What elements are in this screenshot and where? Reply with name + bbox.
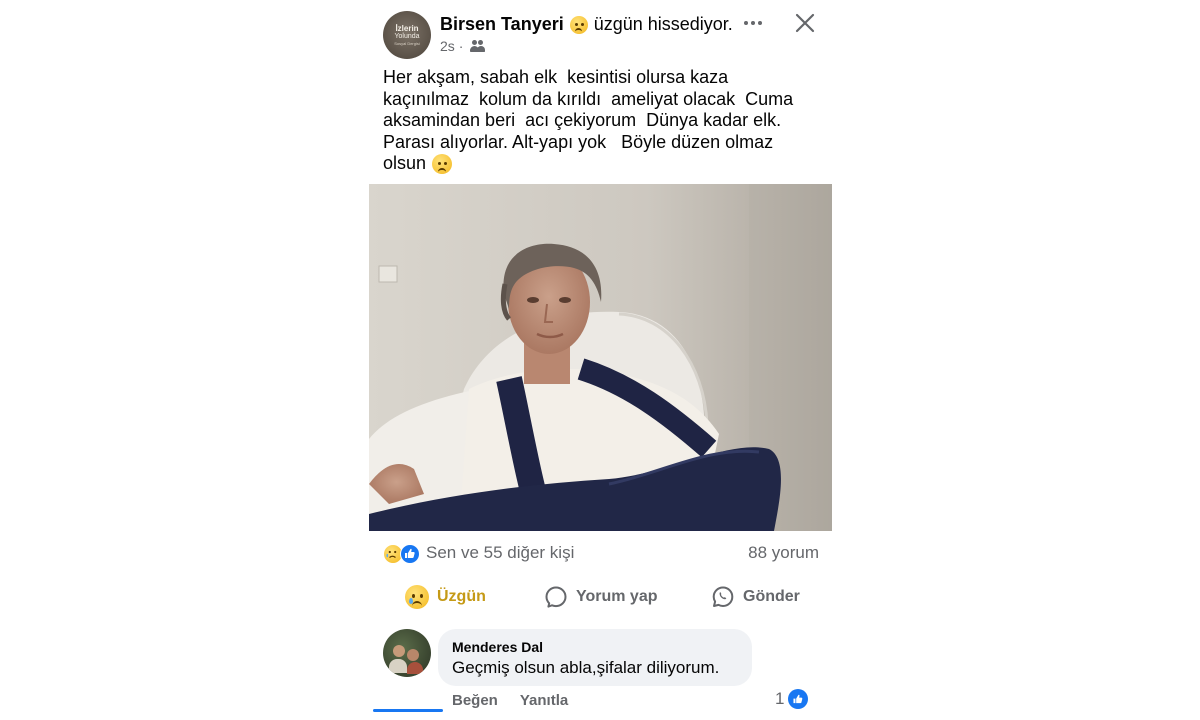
post-action-bar: Üzgün Yorum yap Gönder: [369, 580, 832, 614]
send-button-label: Gönder: [743, 588, 800, 605]
comment-bubble[interactable]: Menderes Dal Geçmiş olsun abla,şifalar d…: [438, 629, 752, 686]
comment-text: Geçmiş olsun abla,şifalar diliyorum.: [452, 658, 720, 677]
comment-button[interactable]: Yorum yap: [544, 580, 658, 614]
reaction-summary-text[interactable]: Sen ve 55 diğer kişi: [426, 543, 574, 563]
more-options-button[interactable]: [740, 13, 766, 33]
post-text-line-last: olsun: [383, 153, 813, 175]
woman-in-arm-sling-photo: [369, 184, 832, 531]
friends-icon: [470, 40, 486, 52]
comment-icon: [545, 586, 567, 608]
close-button[interactable]: [793, 11, 817, 35]
reaction-icons: [383, 544, 423, 564]
feeling-text: üzgün hissediyor.: [593, 14, 733, 34]
comment-reply-button[interactable]: Yanıtla: [520, 692, 568, 709]
post-time[interactable]: 2s: [440, 38, 455, 54]
like-reaction-icon: [788, 689, 809, 709]
sad-face-icon: [405, 585, 429, 609]
comment-like-button[interactable]: Beğen: [452, 692, 498, 709]
post-text-line: Her akşam, sabah elk kesintisi olursa ka…: [383, 67, 729, 87]
post-text: Her akşam, sabah elk kesintisi olursa ka…: [383, 67, 813, 175]
dot-icon: [751, 21, 755, 25]
post-text-line: Parası alıyorlar. Alt-yapı yok Böyle düz…: [383, 131, 774, 152]
sad-face-icon: [569, 15, 588, 34]
author-avatar[interactable]: İzlerin Yolunda Sosyal Dergisi: [383, 11, 431, 59]
sad-face-icon: [432, 154, 453, 175]
post-photo[interactable]: [369, 184, 832, 531]
post-header-line: Birsen Tanyeri üzgün hissediyor.: [440, 14, 733, 35]
meta-separator: ·: [458, 38, 464, 54]
post-meta: 2s ·: [440, 38, 486, 54]
commenter-name[interactable]: Menderes Dal: [452, 639, 543, 655]
send-button[interactable]: Gönder: [711, 580, 800, 614]
author-name[interactable]: Birsen Tanyeri: [440, 14, 564, 35]
reaction-summary[interactable]: Sen ve 55 diğer kişi 88 yorum: [383, 543, 819, 565]
dot-icon: [758, 21, 762, 25]
react-button[interactable]: Üzgün: [405, 580, 486, 614]
avatar-text-line-1: İzlerin: [395, 23, 419, 33]
post-text-line: aksamindan beri acı çekiyorum Dünya kada…: [383, 110, 782, 130]
post-text-line: kaçınılmaz kolum da kırıldı ameliyat ola…: [383, 88, 794, 109]
whatsapp-icon: [712, 586, 734, 607]
dot-icon: [744, 21, 748, 25]
post-text-last: olsun: [383, 153, 427, 173]
comment-like-count[interactable]: 1: [775, 689, 809, 709]
comment-button-label: Yorum yap: [576, 588, 658, 605]
comment-actions: Beğen Yanıtla: [452, 692, 568, 709]
comment-count[interactable]: 88 yorum: [748, 543, 819, 563]
like-reaction-icon: [400, 544, 420, 564]
facebook-post: İzlerin Yolunda Sosyal Dergisi Birsen Ta…: [369, 0, 832, 720]
comment-like-count-number: 1: [775, 689, 785, 708]
close-icon: [795, 13, 815, 33]
active-indicator: [373, 709, 443, 712]
avatar-text-line-2: Yolunda: [394, 32, 420, 40]
avatar-text-line-3: Sosyal Dergisi: [394, 40, 420, 46]
react-button-label: Üzgün: [437, 588, 486, 605]
commenter-avatar[interactable]: [383, 629, 431, 677]
